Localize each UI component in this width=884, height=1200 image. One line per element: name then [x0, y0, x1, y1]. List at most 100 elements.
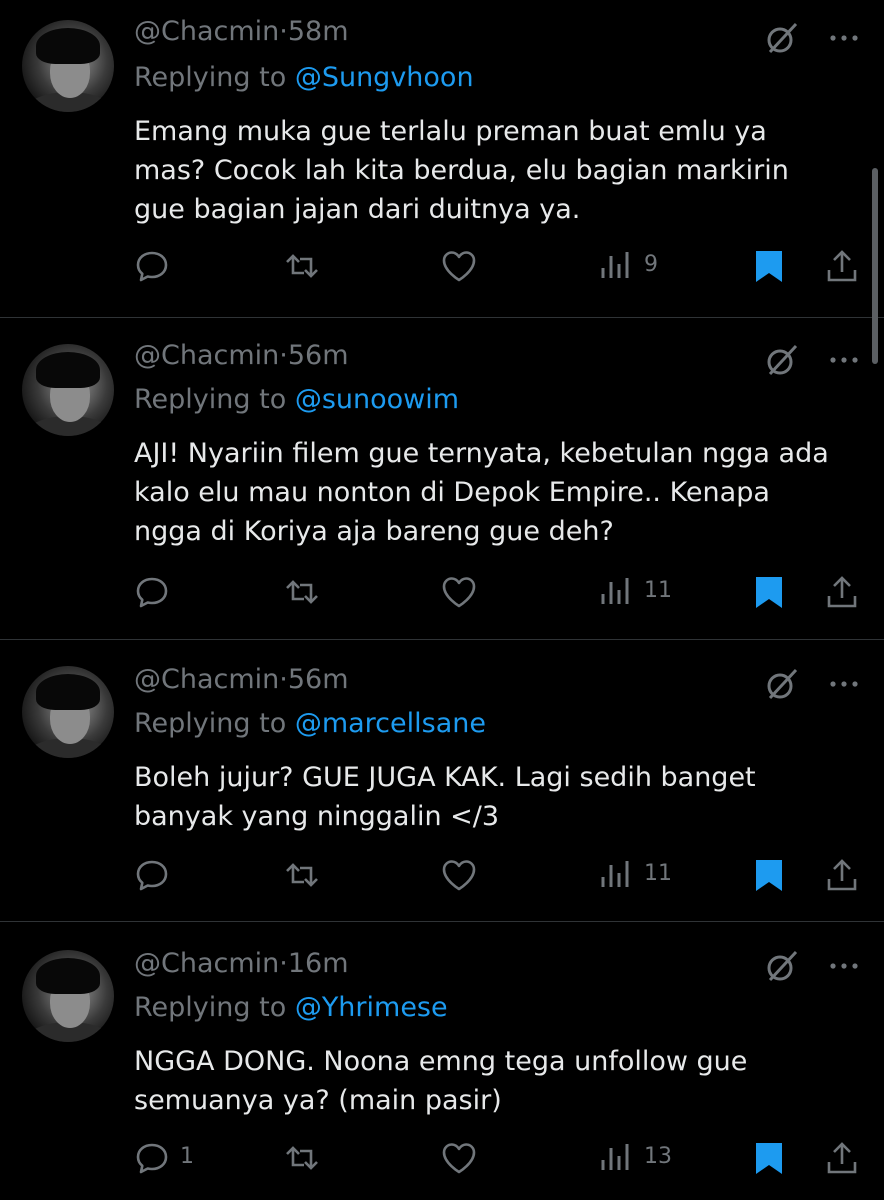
bookmark-icon	[756, 1143, 782, 1174]
tweet-header: @Chacmin·16m	[134, 948, 349, 979]
bookmark-button[interactable]	[752, 855, 792, 895]
reply-to-handle[interactable]: @marcellsane	[295, 708, 486, 739]
timestamp[interactable]: 16m	[288, 948, 349, 979]
bookmark-icon	[756, 251, 782, 282]
like-icon	[442, 860, 476, 891]
more-icon[interactable]	[826, 342, 862, 378]
tweet-text: Boleh jujur? GUE JUGA KAK. Lagi sedih ba…	[134, 762, 756, 832]
views-button[interactable]: 11	[598, 855, 698, 895]
tweet-text: NGGA DONG. Noona emng tega unfollow gue …	[134, 1046, 748, 1116]
more-icon[interactable]	[826, 666, 862, 702]
tweet-header: @Chacmin·58m	[134, 16, 349, 47]
action-bar: 11	[134, 855, 864, 895]
action-bar: 1 13	[134, 1138, 864, 1178]
retweet-button[interactable]	[284, 1138, 364, 1178]
username[interactable]: @Chacmin	[134, 948, 279, 979]
separator: ·	[279, 16, 288, 47]
timestamp[interactable]: 56m	[288, 664, 349, 695]
reply-to-handle[interactable]: @Yhrimese	[295, 992, 448, 1023]
avatar[interactable]	[22, 950, 114, 1042]
grok-icon[interactable]	[764, 948, 800, 984]
avatar[interactable]	[22, 344, 114, 436]
replying-to-label: Replying to	[134, 62, 287, 93]
like-button[interactable]	[440, 572, 520, 612]
views-icon	[601, 1144, 629, 1170]
reply-button[interactable]	[134, 855, 214, 895]
separator: ·	[279, 948, 288, 979]
separator: ·	[279, 340, 288, 371]
username[interactable]: @Chacmin	[134, 16, 279, 47]
replying-to-label: Replying to	[134, 384, 287, 415]
view-count: 13	[644, 1144, 672, 1169]
reply-icon	[136, 251, 168, 282]
share-icon	[827, 250, 857, 282]
action-bar: 11	[134, 572, 864, 612]
reply-count: 1	[180, 1144, 194, 1169]
replying-to: Replying to @marcellsane	[134, 708, 486, 739]
reply-to-handle[interactable]: @Sungvhoon	[295, 62, 474, 93]
bookmark-button[interactable]	[752, 246, 792, 286]
timestamp[interactable]: 56m	[288, 340, 349, 371]
username[interactable]: @Chacmin	[134, 664, 279, 695]
replying-to-label: Replying to	[134, 708, 287, 739]
reply-feed: @Chacmin·58m Replying to @Sungvhoon Eman…	[0, 0, 884, 1200]
retweet-button[interactable]	[284, 246, 364, 286]
share-button[interactable]	[824, 1138, 864, 1178]
retweet-button[interactable]	[284, 572, 364, 612]
timestamp[interactable]: 58m	[288, 16, 349, 47]
username[interactable]: @Chacmin	[134, 340, 279, 371]
tweet[interactable]: @Chacmin·16m Replying to @Yhrimese NGGA …	[0, 922, 884, 1200]
share-button[interactable]	[824, 246, 864, 286]
replying-to: Replying to @Sungvhoon	[134, 62, 474, 93]
tweet-header: @Chacmin·56m	[134, 340, 349, 371]
avatar[interactable]	[22, 666, 114, 758]
views-icon	[601, 252, 629, 278]
replying-to: Replying to @sunoowim	[134, 384, 459, 415]
more-icon[interactable]	[826, 20, 862, 56]
like-icon	[442, 1143, 476, 1174]
like-button[interactable]	[440, 1138, 520, 1178]
grok-icon[interactable]	[764, 342, 800, 378]
replying-to-label: Replying to	[134, 992, 287, 1023]
reply-icon	[136, 860, 168, 891]
reply-button[interactable]	[134, 246, 214, 286]
retweet-button[interactable]	[284, 855, 364, 895]
tweet-header: @Chacmin·56m	[134, 664, 349, 695]
views-icon	[601, 578, 629, 604]
reply-button[interactable]: 1	[134, 1138, 214, 1178]
like-icon	[442, 251, 476, 282]
more-icon[interactable]	[826, 948, 862, 984]
reply-button[interactable]	[134, 572, 214, 612]
reply-icon	[136, 577, 168, 608]
like-button[interactable]	[440, 246, 520, 286]
avatar[interactable]	[22, 20, 114, 112]
share-button[interactable]	[824, 572, 864, 612]
action-bar: 9	[134, 246, 864, 286]
bookmark-icon	[756, 577, 782, 608]
view-count: 11	[644, 578, 672, 603]
tweet[interactable]: @Chacmin·58m Replying to @Sungvhoon Eman…	[0, 0, 884, 318]
share-button[interactable]	[824, 855, 864, 895]
like-icon	[442, 577, 476, 608]
retweet-icon	[286, 863, 318, 887]
replying-to: Replying to @Yhrimese	[134, 992, 448, 1023]
scrollbar[interactable]	[872, 168, 878, 364]
retweet-icon	[286, 254, 318, 278]
retweet-icon	[286, 580, 318, 604]
bookmark-icon	[756, 860, 782, 891]
tweet[interactable]: @Chacmin·56m Replying to @marcellsane Bo…	[0, 640, 884, 922]
share-icon	[827, 1142, 857, 1174]
tweet-text: AJI! Nyariin filem gue ternyata, kebetul…	[134, 438, 829, 547]
views-button[interactable]: 13	[598, 1138, 698, 1178]
reply-icon	[136, 1143, 168, 1174]
bookmark-button[interactable]	[752, 572, 792, 612]
reply-to-handle[interactable]: @sunoowim	[295, 384, 459, 415]
bookmark-button[interactable]	[752, 1138, 792, 1178]
view-count: 11	[644, 861, 672, 886]
views-button[interactable]: 9	[598, 246, 698, 286]
views-button[interactable]: 11	[598, 572, 698, 612]
grok-icon[interactable]	[764, 666, 800, 702]
grok-icon[interactable]	[764, 20, 800, 56]
tweet[interactable]: @Chacmin·56m Replying to @sunoowim AJI! …	[0, 318, 884, 640]
like-button[interactable]	[440, 855, 520, 895]
